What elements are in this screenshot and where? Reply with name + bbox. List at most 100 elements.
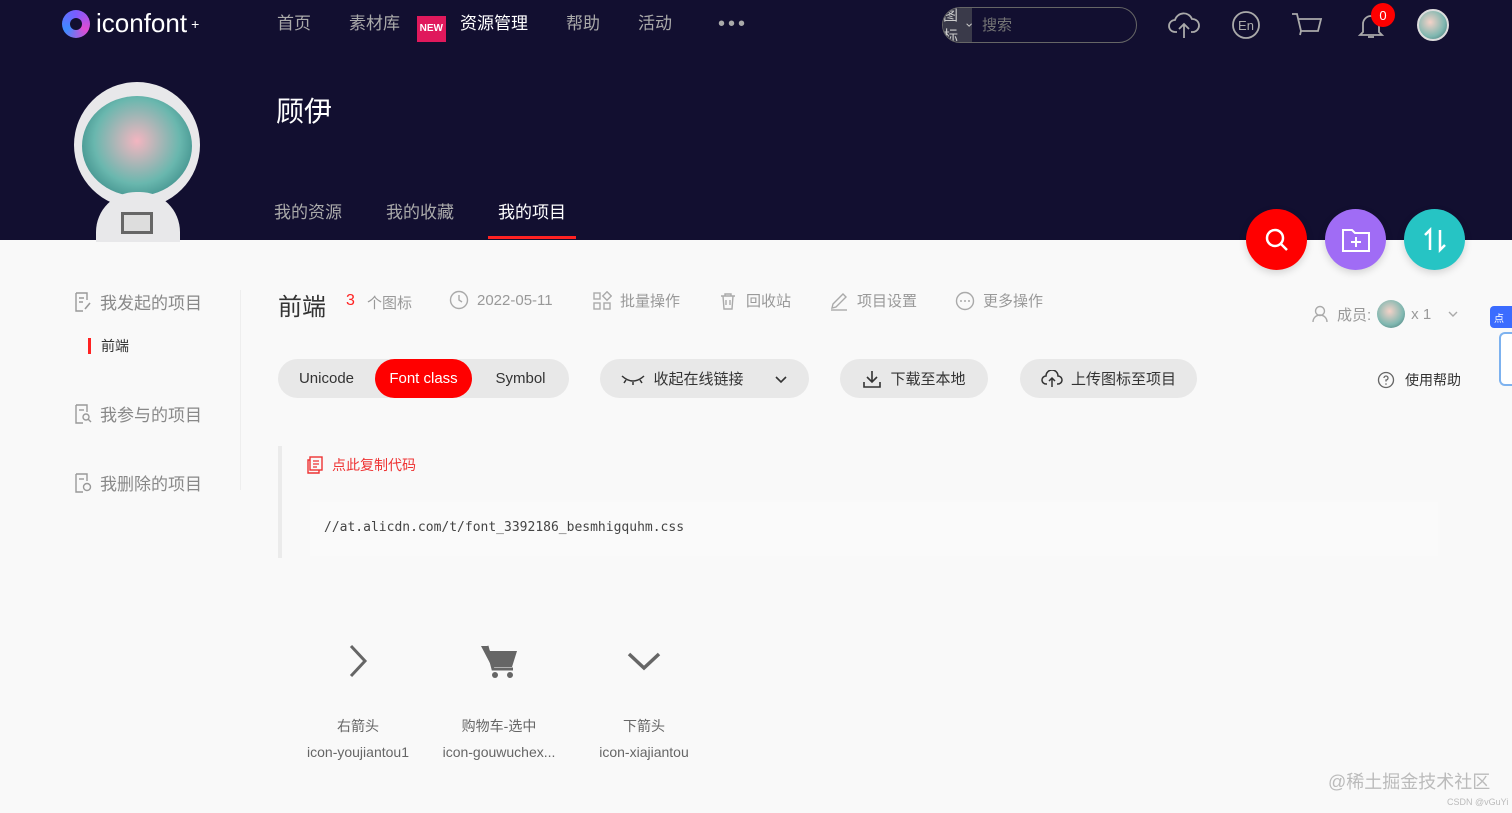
recycle-bin-label: 回收站	[746, 293, 792, 310]
doc-edit-icon	[75, 291, 91, 312]
more-actions-label: 更多操作	[983, 293, 1044, 310]
icon-class: icon-gouwuchex...	[442, 744, 556, 760]
upload-to-project-button[interactable]: 上传图标至项目	[1020, 359, 1197, 398]
tab-my-resources[interactable]: 我的资源	[274, 198, 342, 223]
more-icon	[955, 291, 975, 310]
profile-avatar	[74, 82, 200, 242]
nav-library-label: 素材库	[349, 14, 400, 33]
sidebar-item-deleted[interactable]: 我删除的项目	[74, 470, 202, 495]
segment-symbol[interactable]: Symbol	[472, 359, 569, 398]
recycle-bin-button[interactable]: 回收站	[718, 290, 791, 311]
sidebar-item-participated[interactable]: 我参与的项目	[74, 401, 202, 426]
nav-resource-management[interactable]: 资源管理	[460, 12, 528, 36]
search-project-button[interactable]	[1246, 209, 1307, 270]
chevron-down-icon	[574, 630, 714, 692]
language-icon[interactable]: En	[1229, 8, 1263, 42]
sidebar-divider	[240, 290, 241, 490]
brand-sup: +	[191, 15, 200, 32]
watermark-small: CSDN @vGuYi	[1447, 797, 1509, 807]
upload-label: 上传图标至项目	[1070, 371, 1176, 388]
icon-count-unit: 个图标	[367, 295, 413, 312]
new-badge: NEW	[416, 16, 446, 42]
notification-badge: 0	[1371, 3, 1395, 27]
upload-cloud-icon[interactable]	[1167, 8, 1201, 42]
help-label: 使用帮助	[1405, 372, 1461, 388]
nav-help[interactable]: 帮助	[566, 12, 600, 36]
tab-my-projects[interactable]: 我的项目	[488, 198, 576, 239]
question-icon	[1377, 371, 1395, 389]
nav-activity[interactable]: 活动	[638, 12, 672, 36]
chevron-down-icon	[774, 375, 787, 383]
icon-class: icon-xiajiantou	[599, 744, 689, 760]
project-title: 前端	[278, 294, 326, 321]
members-info[interactable]: 成员: x 1	[1311, 300, 1459, 328]
sidebar-item-label: 我参与的项目	[100, 406, 202, 425]
copy-icon	[307, 456, 323, 474]
css-link-text[interactable]: //at.alicdn.com/t/font_3392186_besmhigqu…	[310, 502, 1438, 556]
folder-add-icon	[1341, 228, 1370, 252]
icon-card[interactable]: 右箭头 icon-youjiantou1	[288, 630, 428, 760]
online-link-label: 收起在线链接	[653, 371, 744, 388]
eye-closed-icon	[621, 374, 645, 385]
cart-icon[interactable]	[1290, 8, 1324, 42]
icon-name: 购物车-选中	[461, 718, 537, 734]
main-nav: 首页 素材库 NEW 资源管理 帮助 活动 •••	[277, 12, 748, 42]
nav-library[interactable]: 素材库 NEW	[349, 12, 446, 42]
search-type-select[interactable]: 图标	[943, 8, 973, 42]
profile-name: 顾伊	[276, 96, 333, 127]
floating-tool-icon[interactable]	[1499, 332, 1512, 386]
brand-logo[interactable]: iconfont +	[62, 8, 199, 39]
search-icon	[1265, 228, 1288, 251]
tab-my-favorites[interactable]: 我的收藏	[386, 198, 454, 223]
code-format-toggle: Unicode Font class Symbol	[278, 359, 569, 398]
download-label: 下载至本地	[890, 371, 966, 388]
download-icon	[863, 370, 882, 388]
project-settings-button[interactable]: 项目设置	[829, 290, 917, 311]
floating-badge[interactable]: 点	[1490, 306, 1512, 328]
brand-name: iconfont	[96, 8, 188, 38]
project-date-text: 2022-05-11	[477, 291, 553, 309]
batch-operation-button[interactable]: 批量操作	[592, 290, 680, 311]
watermark: @稀土掘金技术社区	[1328, 772, 1491, 792]
search-input[interactable]	[972, 8, 1136, 42]
members-count: x 1	[1411, 305, 1432, 323]
nav-more-icon[interactable]: •••	[718, 12, 748, 36]
member-avatar	[1377, 300, 1406, 328]
chest-panel-icon	[121, 212, 153, 234]
copy-code-button[interactable]: 点此复制代码	[306, 455, 416, 475]
project-settings-label: 项目设置	[857, 293, 918, 310]
cart-icon	[429, 630, 569, 692]
header-banner	[0, 0, 1512, 240]
sort-icon	[1423, 226, 1446, 253]
sidebar-item-label: 我发起的项目	[100, 294, 202, 313]
sidebar-item-initiated[interactable]: 我发起的项目	[74, 289, 202, 314]
grid-icon	[593, 290, 612, 310]
icon-name: 右箭头	[337, 718, 379, 734]
user-icon	[1312, 305, 1328, 323]
chevron-down-icon	[1448, 311, 1458, 317]
segment-font-class[interactable]: Font class	[375, 359, 472, 398]
pencil-icon	[831, 292, 847, 311]
project-date: 2022-05-11	[449, 290, 553, 310]
help-link[interactable]: 使用帮助	[1377, 370, 1461, 390]
icon-count: 3	[346, 292, 355, 309]
download-button[interactable]: 下载至本地	[840, 359, 988, 398]
doc-delete-icon	[75, 472, 92, 493]
segment-unicode[interactable]: Unicode	[278, 359, 375, 398]
chevron-right-icon	[288, 630, 428, 692]
sidebar-item-label: 我删除的项目	[100, 475, 202, 494]
search-bar: 图标	[942, 7, 1137, 43]
icon-card[interactable]: 下箭头 icon-xiajiantou	[574, 630, 714, 760]
icon-card[interactable]: 购物车-选中 icon-gouwuchex...	[429, 630, 569, 760]
trash-icon	[721, 292, 735, 310]
svg-text:En: En	[1238, 18, 1254, 33]
new-project-button[interactable]	[1325, 209, 1386, 270]
sidebar-subitem-frontend[interactable]: 前端	[88, 338, 129, 354]
nav-home[interactable]: 首页	[277, 12, 311, 36]
sort-button[interactable]	[1404, 209, 1465, 270]
profile-tabs: 我的资源 我的收藏 我的项目	[274, 198, 610, 239]
online-link-toggle-button[interactable]: 收起在线链接	[600, 359, 809, 398]
icon-class: icon-youjiantou1	[307, 744, 409, 760]
more-actions-button[interactable]: 更多操作	[955, 290, 1043, 311]
user-avatar[interactable]	[1417, 9, 1449, 41]
